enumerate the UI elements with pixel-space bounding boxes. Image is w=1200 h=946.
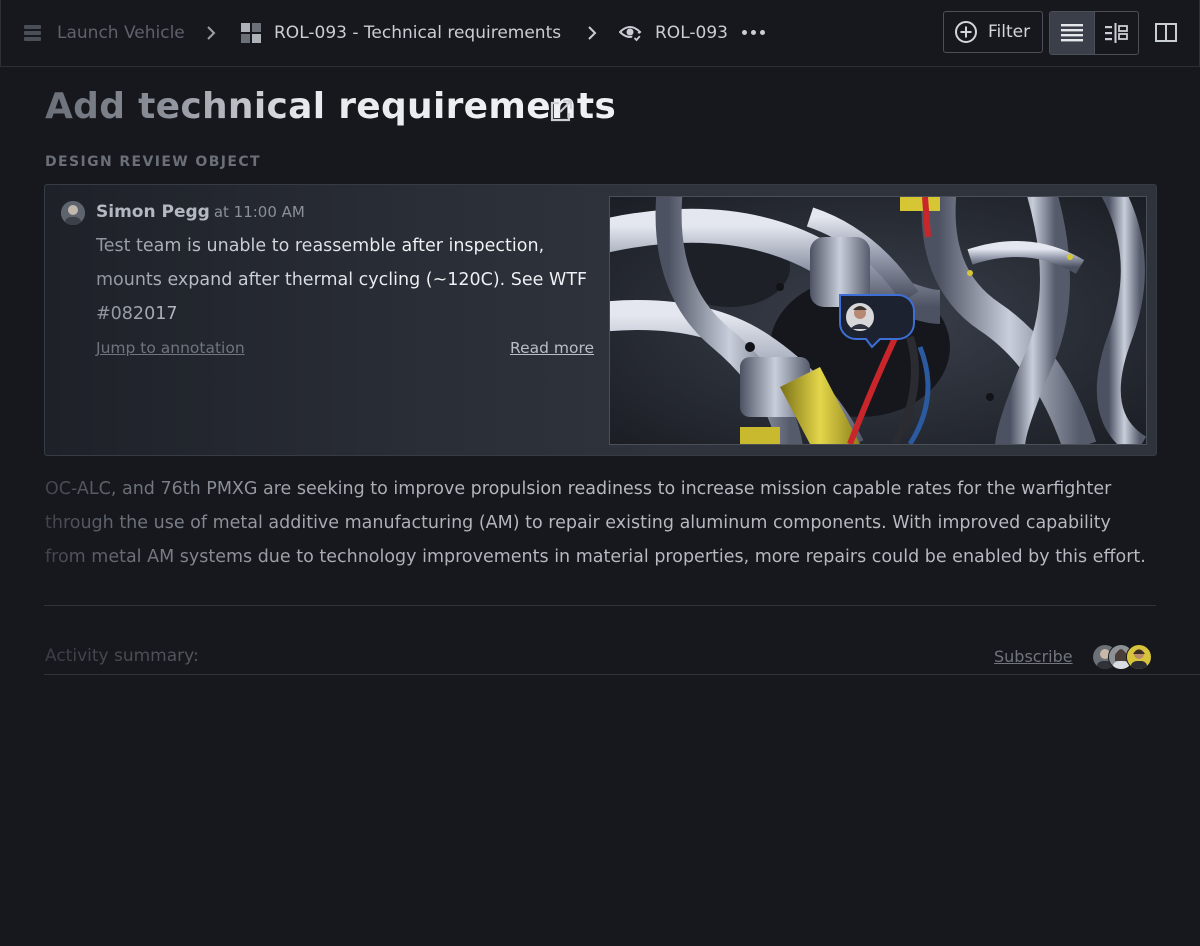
- filter-label: Filter: [988, 22, 1031, 42]
- top-bar: Launch Vehicle ROL-093 - Technical requi…: [0, 0, 1200, 67]
- columns-icon: [1155, 23, 1177, 42]
- description-text: OC-ALC, and 76th PMXG are seeking to imp…: [45, 472, 1155, 574]
- author-name: Simon Pegg: [96, 202, 210, 222]
- page-title: Add technical requirements: [45, 86, 617, 127]
- columns-button[interactable]: [1153, 20, 1179, 46]
- breadcrumb-item-technical-requirements[interactable]: ROL-093 - Technical requirements: [240, 20, 561, 46]
- comment-author: Simon Pegg at 11:00 AM: [96, 202, 305, 222]
- split-view-button[interactable]: [1093, 12, 1139, 54]
- read-more-link[interactable]: Read more: [510, 339, 594, 357]
- chevron-right-icon: [588, 26, 597, 40]
- comment-time: at 11:00 AM: [213, 203, 305, 221]
- chevron-right-icon: [207, 26, 216, 40]
- plus-circle-icon: [955, 21, 977, 43]
- breadcrumb-label: ROL-093: [655, 23, 728, 43]
- list-view-icon: [1060, 24, 1083, 42]
- view-toggle: [1049, 11, 1139, 55]
- jump-to-annotation-link[interactable]: Jump to annotation: [96, 339, 245, 357]
- breadcrumb-item-launch-vehicle[interactable]: Launch Vehicle: [21, 20, 185, 46]
- divider: [44, 674, 1200, 675]
- page: Launch Vehicle ROL-093 - Technical requi…: [0, 0, 1200, 946]
- stack-icon: [21, 21, 45, 45]
- comment-text: Test team is unable to reassemble after …: [96, 229, 596, 331]
- list-view-button[interactable]: [1050, 12, 1094, 54]
- avatar: [1126, 644, 1152, 670]
- annotation-image[interactable]: [609, 196, 1147, 445]
- subscribe-link[interactable]: Subscribe: [994, 647, 1073, 666]
- subscriber-avatars[interactable]: [1092, 644, 1154, 670]
- breadcrumb-label: ROL-093 - Technical requirements: [274, 23, 562, 43]
- divider: [44, 605, 1156, 606]
- more-options-icon[interactable]: [742, 30, 765, 35]
- breadcrumb-item-rol-093[interactable]: ROL-093: [619, 20, 728, 46]
- external-link-icon[interactable]: [548, 98, 574, 124]
- breadcrumb-label: Launch Vehicle: [57, 23, 185, 43]
- eye-check-icon: [619, 22, 643, 44]
- split-view-icon: [1105, 23, 1129, 43]
- filter-button[interactable]: Filter: [943, 11, 1043, 53]
- design-review-card: Simon Pegg at 11:00 AM Test team is unabl…: [44, 184, 1157, 456]
- grid-icon: [240, 22, 262, 44]
- avatar: [61, 201, 85, 225]
- section-label: DESIGN REVIEW OBJECT: [45, 154, 261, 170]
- activity-summary-label: Activity summary:: [45, 646, 199, 666]
